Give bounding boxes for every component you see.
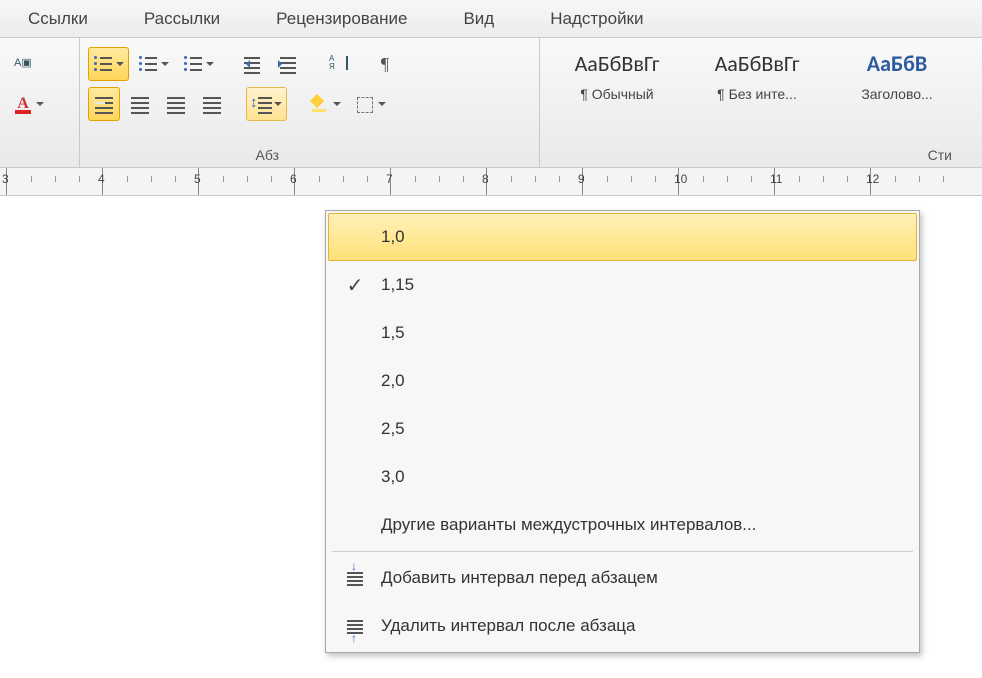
add-space-before-paragraph[interactable]: Добавить интервал перед абзацем	[328, 554, 917, 602]
align-left-button[interactable]	[88, 87, 120, 121]
align-left-icon	[93, 94, 115, 114]
line-spacing-option-2-5[interactable]: 2,5	[328, 405, 917, 453]
style-name: ¶ Обычный	[558, 86, 676, 102]
group-paragraph: ¶ Абз	[80, 38, 540, 167]
ruler-tick: 8	[482, 172, 489, 186]
add-space-before-icon	[337, 562, 373, 594]
style-sample: АаБбВ	[838, 50, 956, 80]
show-marks-button[interactable]: ¶	[369, 47, 401, 81]
shading-button[interactable]	[305, 87, 346, 121]
align-right-button[interactable]	[160, 87, 192, 121]
group-font-fragment: A	[0, 38, 80, 167]
ruler-tick: 6	[290, 172, 297, 186]
font-color-button[interactable]: A	[8, 87, 49, 121]
menu-item-icon-slot	[337, 413, 373, 445]
decrease-indent-button[interactable]	[237, 47, 269, 81]
ruler-tick: 3	[2, 172, 9, 186]
ruler-tick: 9	[578, 172, 585, 186]
line-spacing-more-options[interactable]: Другие варианты междустрочных интервалов…	[328, 501, 917, 549]
bullets-button[interactable]	[88, 47, 129, 81]
multilevel-list-button[interactable]	[178, 47, 219, 81]
multilevel-icon	[182, 54, 204, 74]
tab-mailings[interactable]: Рассылки	[136, 3, 228, 35]
borders-icon	[354, 94, 376, 114]
menu-item-label: Добавить интервал перед абзацем	[381, 568, 658, 588]
ruler-tick: 12	[866, 172, 879, 186]
ruler-tick: 11	[770, 172, 782, 186]
menu-separator	[332, 551, 913, 552]
line-spacing-icon	[250, 94, 272, 114]
remove-space-after-paragraph[interactable]: Удалить интервал после абзаца	[328, 602, 917, 650]
group-styles: АаБбВвГг ¶ Обычный АаБбВвГг ¶ Без инте..…	[540, 38, 964, 167]
remove-space-after-icon	[337, 610, 373, 642]
borders-button[interactable]	[350, 87, 391, 121]
text-effects-button[interactable]	[8, 47, 40, 81]
style-name: ¶ Без инте...	[698, 86, 816, 102]
tab-review[interactable]: Рецензирование	[268, 3, 415, 35]
numbering-button[interactable]	[133, 47, 174, 81]
menu-item-icon-slot	[337, 509, 373, 541]
line-spacing-button[interactable]	[246, 87, 287, 121]
style-sample: АаБбВвГг	[558, 50, 676, 80]
sort-button[interactable]	[323, 47, 355, 81]
ribbon: A ¶ Абз	[0, 38, 982, 168]
ribbon-tabs: Ссылки Рассылки Рецензирование Вид Надст…	[0, 0, 982, 38]
line-spacing-option-2-0[interactable]: 2,0	[328, 357, 917, 405]
tab-addins[interactable]: Надстройки	[542, 3, 651, 35]
increase-indent-icon	[278, 54, 300, 74]
menu-item-label: 2,5	[381, 419, 405, 439]
style-name: Заголово...	[838, 86, 956, 102]
bullets-icon	[92, 54, 114, 74]
line-spacing-menu: 1,0 ✓ 1,15 1,5 2,0 2,5 3,0 Другие вариан…	[325, 210, 920, 653]
horizontal-ruler[interactable]: 3 4 5 6 7 8 9 10 11 12	[0, 168, 982, 196]
menu-item-label: Удалить интервал после абзаца	[381, 616, 635, 636]
numbering-icon	[137, 54, 159, 74]
textbox-icon	[13, 54, 35, 74]
checkmark-icon: ✓	[337, 269, 373, 301]
paragraph-group-label: Абз	[80, 147, 539, 163]
style-normal[interactable]: АаБбВвГг ¶ Обычный	[558, 50, 676, 102]
menu-item-icon-slot	[337, 221, 373, 253]
align-justify-button[interactable]	[196, 87, 228, 121]
style-heading1[interactable]: АаБбВ Заголово...	[838, 50, 956, 102]
pilcrow-icon: ¶	[374, 54, 396, 74]
align-justify-icon	[201, 94, 223, 114]
ruler-tick: 7	[386, 172, 393, 186]
tab-links[interactable]: Ссылки	[20, 3, 96, 35]
ruler-tick: 10	[674, 172, 687, 186]
menu-item-label: 1,0	[381, 227, 405, 247]
ruler-tick: 4	[98, 172, 105, 186]
styles-group-label: Сти	[928, 147, 952, 163]
increase-indent-button[interactable]	[273, 47, 305, 81]
menu-item-label: 1,5	[381, 323, 405, 343]
menu-item-label: 1,15	[381, 275, 414, 295]
align-right-icon	[165, 94, 187, 114]
shading-icon	[309, 94, 331, 114]
menu-item-icon-slot	[337, 317, 373, 349]
tab-view[interactable]: Вид	[455, 3, 502, 35]
style-no-spacing[interactable]: АаБбВвГг ¶ Без инте...	[698, 50, 816, 102]
line-spacing-option-3-0[interactable]: 3,0	[328, 453, 917, 501]
menu-item-label: 2,0	[381, 371, 405, 391]
line-spacing-option-1-0[interactable]: 1,0	[328, 213, 917, 261]
style-sample: АаБбВвГг	[698, 50, 816, 80]
ruler-tick: 5	[194, 172, 201, 186]
align-center-button[interactable]	[124, 87, 156, 121]
menu-item-label: 3,0	[381, 467, 405, 487]
line-spacing-option-1-5[interactable]: 1,5	[328, 309, 917, 357]
menu-item-icon-slot	[337, 461, 373, 493]
decrease-indent-icon	[242, 54, 264, 74]
line-spacing-option-1-15[interactable]: ✓ 1,15	[328, 261, 917, 309]
sort-icon	[328, 54, 350, 74]
font-color-icon: A	[12, 94, 34, 114]
menu-item-icon-slot	[337, 365, 373, 397]
align-center-icon	[129, 94, 151, 114]
menu-item-label: Другие варианты междустрочных интервалов…	[381, 515, 756, 535]
